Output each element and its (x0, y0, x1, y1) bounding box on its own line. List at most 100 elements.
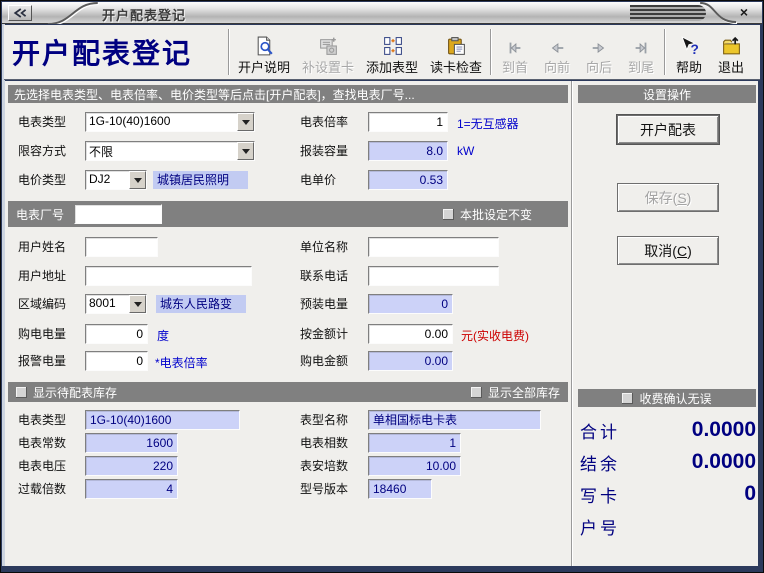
buy-amount-label: 购电金额 (300, 353, 348, 369)
total-label: 合计 (580, 418, 620, 443)
toolbar-button-label: 退出 (718, 57, 744, 76)
chevron-down-icon[interactable] (237, 142, 254, 160)
toolbar-separator (664, 29, 666, 75)
model-version-field: 18460 (368, 479, 432, 499)
by-amount-label: 按金额计 (300, 326, 348, 342)
user-name-input[interactable] (85, 237, 158, 257)
cancel-button[interactable]: 取消(C) (617, 236, 719, 265)
phone-label: 联系电话 (300, 268, 348, 284)
capacity-unit: kW (457, 144, 474, 158)
fee-confirm-checkbox[interactable] (622, 393, 633, 404)
meter-ratio-label: 电表倍率 (300, 114, 348, 130)
phone-input[interactable] (368, 266, 499, 286)
toolbar-button-label: 向后 (586, 57, 612, 76)
price-type-value: DJ2 (86, 171, 129, 189)
total-value: 0.0000 (692, 418, 756, 442)
model-name-field: 单相国标电卡表 (368, 410, 541, 430)
pages-plus-icon (382, 33, 403, 57)
limit-mode-label: 限容方式 (18, 143, 66, 159)
hint-bar: 先选择电表类型、电表倍率、电价类型等后点击[开户配表]，查找电表厂号... (8, 85, 568, 103)
batch-fixed-checkbox-group: 本批设定不变 (443, 206, 532, 223)
area-code-desc: 城东人民路变 (156, 295, 246, 313)
toolbar-button-label: 开户说明 (238, 57, 290, 76)
alarm-energy-label: 报警电量 (18, 353, 66, 369)
address-label: 用户地址 (18, 268, 66, 284)
side-panel-header: 设置操作 (578, 85, 756, 103)
address-input[interactable] (85, 266, 252, 286)
meter-serial-input[interactable] (74, 204, 162, 224)
preset-energy-label: 预装电量 (300, 296, 348, 312)
assign-meter-button-label: 开户配表 (640, 120, 696, 140)
area-code-label: 区域编码 (18, 296, 66, 312)
hint-text: 先选择电表类型、电表倍率、电价类型等后点击[开户配表]，查找电表厂号... (14, 86, 415, 103)
org-name-input[interactable] (368, 237, 499, 257)
capacity-label: 报装容量 (300, 143, 348, 159)
write-card-label: 写卡 (580, 482, 620, 507)
toolbar-separator (490, 29, 492, 75)
user-name-label: 用户姓名 (18, 239, 66, 255)
meter-ratio-input[interactable] (368, 112, 448, 132)
toolbar-button-label: 向前 (544, 57, 570, 76)
assign-meter-button[interactable]: 开户配表 (617, 115, 719, 144)
voltage-field: 220 (85, 456, 178, 476)
help-button[interactable]: ? 帮助 (668, 25, 710, 79)
meter-serial-label: 电表厂号 (16, 206, 64, 223)
next-arrow-icon (589, 33, 609, 57)
exit-button[interactable]: 退出 (710, 25, 752, 79)
total-row: 合计 0.0000 (580, 417, 756, 443)
meter-serial-bar: 电表厂号 本批设定不变 (8, 201, 568, 227)
stock-bar: 显示待配表库存 显示全部库存 (8, 382, 568, 402)
title-bar: 开户配表登记 × (2, 2, 762, 24)
show-pending-stock-checkbox[interactable] (16, 387, 27, 398)
chevron-down-icon[interactable] (237, 113, 254, 131)
limit-mode-select[interactable]: 不限 (85, 141, 255, 161)
to-first-arrow-icon (505, 33, 525, 57)
app-window: 开户配表登记 × 开户配表登记 开户说明 (0, 0, 764, 573)
go-prev-button: 向前 (536, 25, 578, 79)
prev-arrow-icon (547, 33, 567, 57)
document-magnifier-icon (254, 33, 275, 57)
read-card-button[interactable]: 读卡检查 (424, 25, 488, 79)
batch-fixed-label: 本批设定不变 (460, 206, 532, 223)
show-all-stock-label: 显示全部库存 (488, 384, 560, 401)
amperage-label: 表安培数 (300, 458, 348, 474)
meter-const-label: 电表常数 (18, 435, 66, 451)
preset-energy-field: 0 (368, 294, 453, 314)
chevron-down-icon[interactable] (129, 295, 146, 313)
app-logo-icon[interactable] (8, 5, 32, 21)
meter-ratio-note: 1=无互感器 (457, 115, 519, 132)
price-type-desc: 城镇居民照明 (153, 171, 248, 189)
alarm-energy-input[interactable] (85, 351, 148, 371)
titlebar-stripes (630, 5, 706, 21)
svg-text:?: ? (690, 42, 698, 57)
window-title: 开户配表登记 (102, 5, 186, 24)
buy-energy-label: 购电电量 (18, 326, 66, 342)
to-last-arrow-icon (631, 33, 651, 57)
price-type-select[interactable]: DJ2 (85, 170, 147, 190)
meter-type-select[interactable]: 1G-10(40)1600 (85, 112, 255, 132)
phases-label: 电表相数 (300, 435, 348, 451)
overload-label: 过载倍数 (18, 481, 66, 497)
add-model-button[interactable]: 添加表型 (360, 25, 424, 79)
toolbar-button-label: 帮助 (676, 57, 702, 76)
chevron-down-icon[interactable] (129, 171, 146, 189)
batch-fixed-checkbox[interactable] (443, 209, 454, 220)
by-amount-input[interactable] (368, 324, 453, 344)
area-code-select[interactable]: 8001 (85, 294, 147, 314)
toolbar-button-label: 到首 (502, 57, 528, 76)
show-all-stock-checkbox[interactable] (471, 387, 482, 398)
close-icon[interactable]: × (735, 4, 753, 21)
by-amount-note: 元(实收电费) (461, 327, 529, 344)
amperage-field: 10.00 (368, 456, 461, 476)
balance-label: 结余 (580, 450, 620, 475)
open-help-button[interactable]: 开户说明 (232, 25, 296, 79)
account-no-row: 户号 (580, 513, 756, 539)
write-card-row: 写卡 0 (580, 481, 756, 507)
side-panel-title: 设置操作 (643, 86, 691, 103)
setup-card-button: 补设置卡 (296, 25, 360, 79)
save-button-label: 保存(S) (645, 188, 692, 208)
panel-divider (571, 81, 573, 566)
overload-field: 4 (85, 479, 178, 499)
toolbar-button-label: 添加表型 (366, 57, 418, 76)
buy-energy-input[interactable] (85, 324, 148, 344)
